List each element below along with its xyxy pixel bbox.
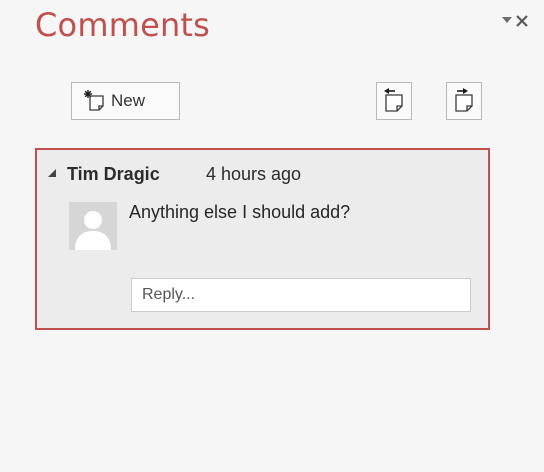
previous-comment-button[interactable]: [376, 82, 412, 120]
next-comment-button[interactable]: [446, 82, 482, 120]
comment-card[interactable]: Tim Dragic 4 hours ago Anything else I s…: [35, 148, 490, 330]
comment-text: Anything else I should add?: [129, 202, 351, 222]
previous-comment-icon: [384, 88, 403, 112]
collapse-arrow-icon[interactable]: [47, 168, 57, 178]
reply-input[interactable]: [131, 278, 471, 312]
new-comment-label: New: [111, 91, 146, 110]
pane-title: Comments: [35, 6, 211, 44]
comment-author: Tim Dragic: [67, 164, 160, 184]
person-icon: [69, 202, 117, 250]
new-comment-icon: [84, 90, 104, 111]
next-comment-icon: [455, 88, 473, 112]
comments-pane: Comments New Tim Dragic 4 hours ago Anyt…: [0, 0, 544, 472]
avatar: [69, 202, 117, 250]
new-comment-button[interactable]: New: [71, 82, 180, 120]
comment-timestamp: 4 hours ago: [206, 164, 302, 184]
close-icon: [516, 15, 528, 27]
pane-close-button[interactable]: [511, 10, 533, 32]
